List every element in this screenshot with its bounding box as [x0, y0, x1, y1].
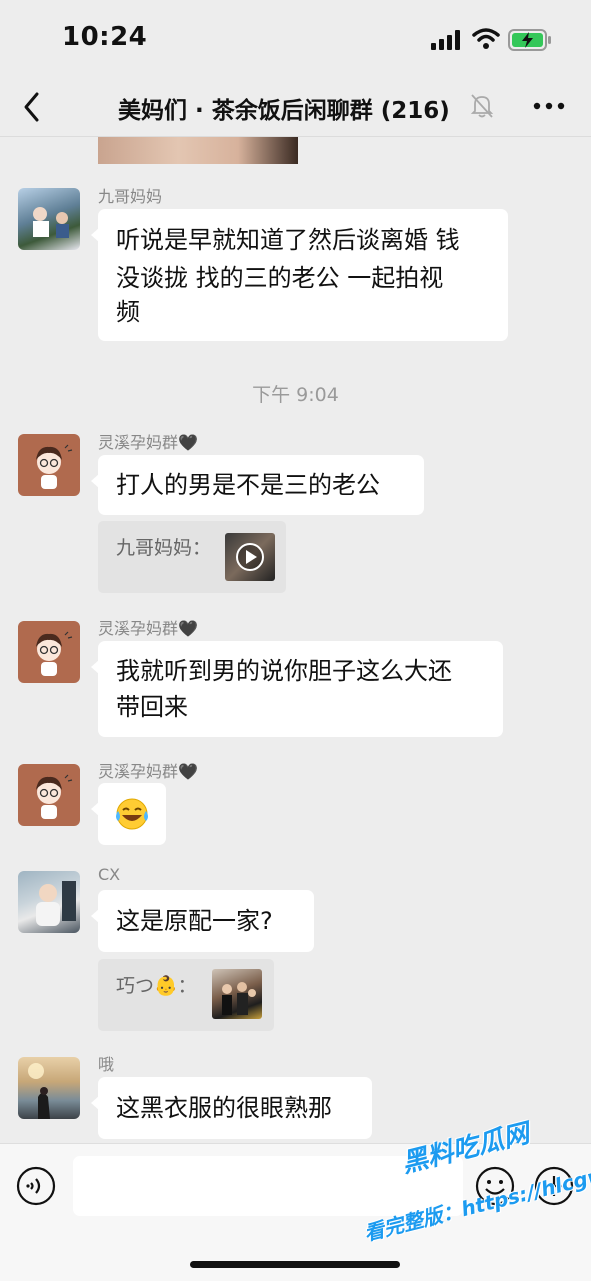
sender-name: 灵溪孕妈群🖤 — [98, 433, 198, 452]
message-bubble[interactable]: 这黑衣服的很眼熟那 — [91, 1077, 372, 1139]
quoted-video-thumbnail[interactable] — [225, 533, 275, 581]
quoted-sender: 巧つ👶： — [116, 975, 197, 997]
message-bubble[interactable]: 打人的男是不是三的老公 — [91, 455, 424, 515]
message-line: 这是原配一家? — [116, 907, 273, 935]
status-bar: 10:24 — [0, 0, 591, 78]
message-bubble[interactable]: 这是原配一家? — [91, 890, 314, 952]
chat-header: 美妈们 · 茶余饭后闲聊群 (216) — [0, 78, 591, 137]
sender-name: 灵溪孕妈群🖤 — [98, 619, 198, 638]
message-line: 带回来 — [116, 693, 188, 721]
message-line: 这黑衣服的很眼熟那 — [116, 1094, 332, 1122]
home-indicator — [190, 1261, 400, 1268]
message-line: 频 — [116, 298, 140, 326]
chat-title: 美妈们 · 茶余饭后闲聊群 (216) — [118, 98, 450, 124]
status-time: 10:24 — [62, 22, 148, 52]
chat-message-list[interactable]: 九哥妈妈 听说是早就知道了然后谈离婚 钱 没谈拢 找的三的老公 一起拍视 频 下… — [0, 137, 591, 1143]
sender-name: 灵溪孕妈群🖤 — [98, 762, 198, 781]
avatar-photo — [33, 207, 69, 238]
avatar[interactable] — [18, 871, 80, 933]
image-message-thumbnail[interactable] — [98, 137, 298, 164]
quoted-sender: 九哥妈妈： — [116, 537, 212, 559]
avatar[interactable] — [18, 764, 80, 826]
quoted-image-thumbnail[interactable] — [212, 969, 262, 1019]
avatar-cartoon-girl — [36, 631, 73, 676]
message-line: 听说是早就知道了然后谈离婚 钱 — [116, 226, 460, 254]
message-bubble[interactable]: 我就听到男的说你胆子这么大还 带回来 — [91, 641, 503, 737]
group-photo — [222, 982, 256, 1015]
play-video-icon — [236, 543, 264, 571]
battery-charging-icon — [508, 29, 551, 51]
laughing-crying-emoji-icon — [116, 798, 148, 830]
avatar-cartoon-girl — [36, 444, 73, 489]
message-line: 我就听到男的说你胆子这么大还 — [116, 657, 452, 685]
avatar[interactable] — [18, 188, 80, 250]
avatar-photo — [28, 1063, 50, 1119]
voice-input-icon[interactable] — [16, 1166, 56, 1206]
avatar-cartoon-girl — [36, 774, 73, 819]
message-line: 没谈拢 找的三的老公 一起拍视 — [116, 264, 444, 292]
message-bubble[interactable]: 听说是早就知道了然后谈离婚 钱 没谈拢 找的三的老公 一起拍视 频 — [91, 209, 508, 341]
sender-name: CX — [98, 865, 121, 884]
message-line: 打人的男是不是三的老公 — [116, 471, 380, 499]
wifi-icon — [472, 28, 500, 49]
back-arrow-icon[interactable] — [18, 90, 48, 124]
avatar[interactable] — [18, 1057, 80, 1119]
avatar[interactable] — [18, 621, 80, 683]
sender-name: 九哥妈妈 — [98, 187, 163, 206]
message-input-bar: 黑料吃瓜网 看完整版：https://hlcgw.co — [0, 1119, 591, 1281]
message-timestamp: 下午 9:04 — [252, 384, 339, 406]
avatar[interactable] — [18, 434, 80, 496]
quoted-message[interactable]: 九哥妈妈： — [98, 521, 286, 593]
mute-bell-icon — [470, 94, 494, 118]
more-options-icon[interactable] — [532, 92, 566, 120]
avatar-photo — [36, 881, 76, 926]
message-bubble[interactable]: 😂 — [91, 783, 166, 845]
sender-name: 哦 — [98, 1055, 115, 1074]
quoted-message[interactable]: 巧つ👶： — [98, 959, 274, 1031]
cellular-signal-icon — [431, 30, 460, 50]
